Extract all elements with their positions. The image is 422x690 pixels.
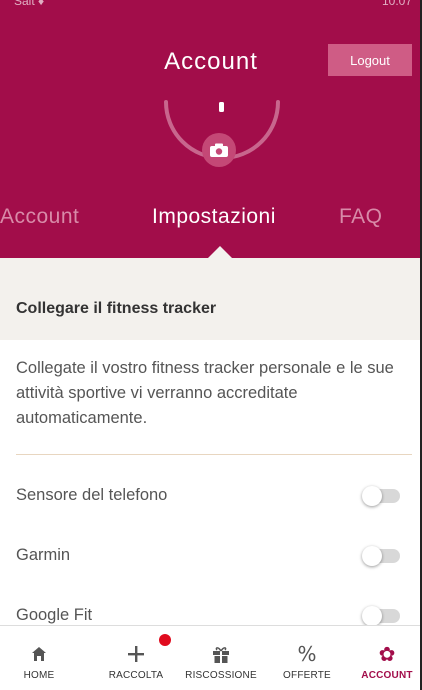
change-photo-button[interactable] [202, 133, 236, 167]
tracker-label: Sensore del telefono [16, 486, 168, 504]
google-fit-toggle[interactable] [362, 606, 400, 626]
bottom-navigation: HOME RACCOLTA RISCOSSIONE % OFFERTE ✿ AC… [0, 625, 420, 690]
clock-label: 10:07 [381, 0, 412, 8]
status-bar: Salt ♦ 10:07 [0, 0, 420, 10]
nav-riscossione[interactable]: RISCOSSIONE [180, 626, 262, 690]
account-tabs: Account Impostazioni FAQ [0, 205, 420, 245]
tracker-label: Google Fit [16, 606, 93, 624]
account-header: Salt ♦ 10:07 Account Logout Account Impo… [0, 0, 420, 258]
tracker-label: Garmin [16, 546, 71, 564]
garmin-toggle[interactable] [362, 546, 400, 566]
tracker-row-garmin: Garmin [0, 528, 420, 588]
plus-icon [127, 644, 145, 664]
nav-home[interactable]: HOME [14, 626, 64, 690]
camera-icon [210, 143, 228, 157]
tab-impostazioni[interactable]: Impostazioni [152, 205, 276, 229]
nav-label: RACCOLTA [108, 670, 164, 681]
carrier-label: Salt ♦ [14, 0, 45, 8]
nav-raccolta[interactable]: RACCOLTA [104, 626, 171, 690]
percent-icon: % [297, 642, 317, 666]
notification-badge [159, 634, 171, 646]
divider [16, 454, 412, 455]
nav-account[interactable]: ✿ ACCOUNT [356, 626, 418, 690]
section-title: Collegare il fitness tracker [16, 300, 217, 317]
home-icon [31, 644, 47, 664]
app-screen: Salt ♦ 10:07 Account Logout Account Impo… [0, 0, 422, 690]
gift-icon [212, 644, 230, 664]
tab-account[interactable]: Account [0, 205, 79, 229]
nav-label: OFFERTE [283, 670, 331, 681]
nav-offerte[interactable]: % OFFERTE [276, 626, 338, 690]
active-tab-indicator [208, 246, 232, 258]
nav-label: RISCOSSIONE [185, 670, 257, 681]
section-description: Collegate il vostro fitness tracker pers… [16, 359, 394, 427]
phone-sensor-toggle[interactable] [362, 486, 400, 506]
nav-label: ACCOUNT [361, 670, 413, 681]
nav-label: HOME [23, 670, 55, 681]
tab-faq[interactable]: FAQ [339, 205, 383, 229]
section-header [0, 258, 420, 340]
logout-button[interactable]: Logout [328, 44, 412, 76]
tracker-row-phone-sensor: Sensore del telefono [0, 468, 420, 528]
gear-icon: ✿ [378, 642, 396, 666]
